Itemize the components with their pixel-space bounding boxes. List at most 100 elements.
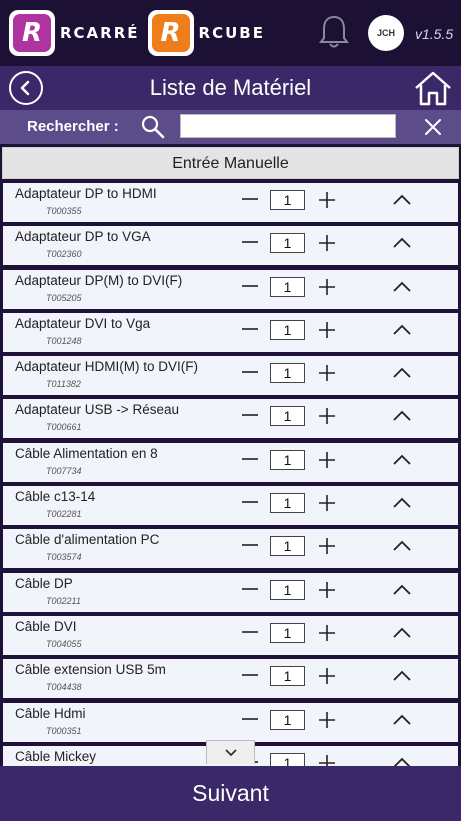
material-name: Câble extension USB 5m: [15, 662, 166, 678]
plus-icon[interactable]: [316, 189, 338, 211]
material-row: Adaptateur USB -> Réseau T000661 1: [3, 399, 458, 439]
material-code: T007734: [46, 465, 82, 476]
chevron-up-icon[interactable]: [391, 278, 413, 296]
minus-icon[interactable]: [240, 665, 260, 685]
plus-icon[interactable]: [316, 579, 338, 601]
quantity-field[interactable]: 1: [270, 319, 305, 340]
chevron-up-icon[interactable]: [391, 667, 413, 685]
material-row: Câble d'alimentation PC T003574 1: [3, 529, 458, 569]
material-name: Adaptateur HDMI(M) to DVI(F): [15, 359, 199, 375]
minus-icon[interactable]: [240, 579, 260, 599]
quantity-field[interactable]: 1: [270, 579, 305, 600]
minus-icon[interactable]: [240, 189, 260, 209]
minus-icon[interactable]: [240, 405, 260, 425]
material-row: Adaptateur DP(M) to DVI(F) T005205 1: [3, 269, 458, 309]
minus-icon[interactable]: [240, 276, 260, 296]
plus-icon[interactable]: [316, 709, 338, 731]
chevron-up-icon[interactable]: [391, 364, 413, 382]
plus-icon[interactable]: [316, 752, 338, 766]
rcube-logo[interactable]: R: [147, 10, 194, 56]
material-name: Adaptateur DP(M) to DVI(F): [15, 272, 183, 288]
search-label: Rechercher :: [27, 118, 119, 135]
minus-icon[interactable]: [240, 622, 260, 642]
app-version: v1.5.5: [415, 26, 454, 42]
chevron-up-icon[interactable]: [391, 234, 413, 252]
plus-icon[interactable]: [316, 362, 338, 384]
home-icon[interactable]: [413, 70, 453, 106]
material-code: T005205: [46, 292, 82, 303]
material-code: T001248: [46, 335, 82, 346]
material-code: T000661: [46, 422, 82, 433]
material-code: T004055: [46, 638, 82, 649]
page-title: Liste de Matériel: [149, 75, 312, 100]
chevron-up-icon[interactable]: [391, 494, 413, 512]
material-list[interactable]: Entrée Manuelle Adaptateur DP to HDMI T00…: [0, 144, 461, 766]
plus-icon[interactable]: [316, 535, 338, 557]
material-name: Câble DVI: [15, 618, 77, 634]
close-icon[interactable]: [424, 118, 442, 136]
quantity-field[interactable]: 1: [270, 233, 305, 254]
quantity-field[interactable]: 1: [270, 666, 305, 687]
quantity-field[interactable]: 1: [270, 406, 305, 427]
scroll-down-button[interactable]: [206, 740, 255, 764]
minus-icon[interactable]: [240, 232, 260, 252]
material-code: T002360: [46, 249, 82, 260]
material-code: T002211: [46, 595, 81, 606]
material-row: Câble DVI T004055 1: [3, 615, 458, 655]
manual-entry-header[interactable]: Entrée Manuelle: [2, 147, 459, 179]
quantity-field[interactable]: 1: [270, 493, 305, 514]
material-name: Câble d'alimentation PC: [15, 532, 160, 548]
chevron-up-icon[interactable]: [391, 711, 413, 729]
plus-icon[interactable]: [316, 492, 338, 514]
material-name: Câble c13-14: [15, 489, 96, 505]
plus-icon[interactable]: [316, 405, 338, 427]
chevron-up-icon[interactable]: [391, 754, 413, 766]
plus-icon[interactable]: [316, 622, 338, 644]
minus-icon[interactable]: [240, 709, 260, 729]
quantity-field[interactable]: 1: [270, 622, 305, 643]
search-bar: Rechercher :: [0, 110, 461, 144]
plus-icon[interactable]: [316, 232, 338, 254]
chevron-up-icon[interactable]: [391, 321, 413, 339]
search-icon[interactable]: [140, 114, 166, 140]
quantity-field[interactable]: 1: [270, 709, 305, 730]
material-code: T000355: [46, 206, 82, 216]
rcarre-logo-letter: R: [13, 14, 51, 52]
material-code: T004438: [46, 682, 82, 693]
quantity-field[interactable]: 1: [270, 363, 305, 384]
chevron-up-icon[interactable]: [391, 191, 413, 209]
chevron-up-icon[interactable]: [391, 407, 413, 425]
plus-icon[interactable]: [316, 449, 338, 471]
minus-icon[interactable]: [240, 492, 260, 512]
minus-icon[interactable]: [240, 362, 260, 382]
title-bar: Liste de Matériel: [0, 66, 461, 110]
next-button-label: Suivant: [192, 780, 269, 806]
chevron-down-icon: [224, 748, 237, 756]
quantity-field[interactable]: 1: [270, 536, 305, 557]
next-button[interactable]: Suivant: [0, 766, 461, 821]
chevron-up-icon[interactable]: [391, 624, 413, 642]
quantity-field[interactable]: 1: [270, 449, 305, 470]
chevron-up-icon[interactable]: [391, 581, 413, 599]
minus-icon[interactable]: [240, 319, 260, 339]
quantity-field[interactable]: 1: [270, 276, 305, 297]
chevron-up-icon[interactable]: [391, 537, 413, 555]
material-name: Adaptateur DVI to Vga: [15, 315, 151, 331]
minus-icon[interactable]: [240, 535, 260, 555]
chevron-up-icon[interactable]: [391, 451, 413, 469]
avatar[interactable]: JCH: [368, 15, 404, 51]
plus-icon[interactable]: [316, 665, 338, 687]
quantity-field[interactable]: 1: [270, 190, 305, 210]
rcube-logo-letter: R: [151, 14, 190, 52]
plus-icon[interactable]: [316, 319, 338, 341]
quantity-field[interactable]: 1: [270, 752, 305, 766]
material-row: Câble extension USB 5m T004438 1: [3, 659, 458, 699]
bell-icon[interactable]: [318, 14, 350, 50]
material-code: T002281: [46, 509, 82, 520]
minus-icon[interactable]: [240, 449, 260, 469]
rcarre-logo[interactable]: R: [9, 10, 55, 56]
search-input[interactable]: [180, 114, 396, 138]
plus-icon[interactable]: [316, 276, 338, 298]
rcube-logo-text: RCUBE: [198, 24, 265, 42]
material-name: Câble Hdmi: [15, 705, 86, 721]
